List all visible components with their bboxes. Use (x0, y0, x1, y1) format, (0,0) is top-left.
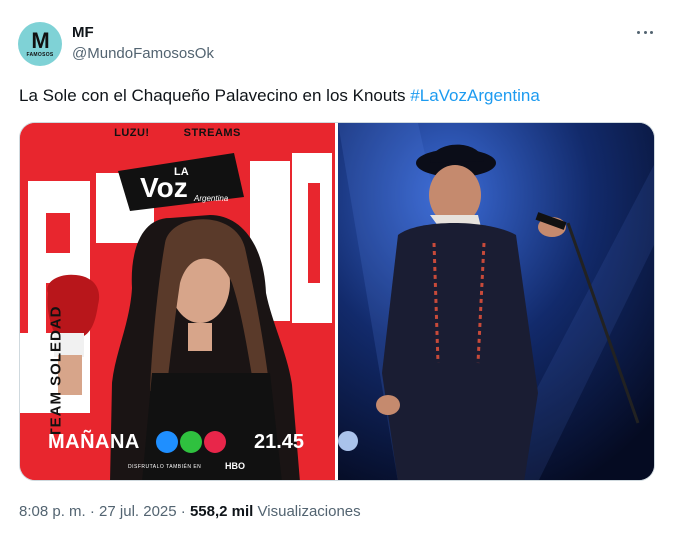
green-dot (180, 431, 202, 453)
la-voz-logo: LA Voz Argentina (118, 153, 244, 211)
media-image-right[interactable] (338, 123, 654, 480)
time-label: 21.45 (254, 431, 305, 453)
tweet-date[interactable]: 27 jul. 2025 (99, 503, 177, 520)
channel-dots (156, 431, 226, 453)
blue-dot (156, 431, 178, 453)
views-label: Visualizaciones (257, 503, 361, 520)
avatar-subtext: FAMOSOS (26, 51, 54, 58)
luzu-logo: LUZU! (114, 127, 150, 139)
media-grid: LUZU! STREAMS LA Voz Argentina TEAM SOLE… (19, 122, 655, 481)
avatar[interactable]: M FAMOSOS (18, 22, 62, 66)
poster-top-logos: LUZU! STREAMS (20, 127, 335, 139)
team-label: TEAM SOLEDAD (47, 305, 65, 438)
avatar-monogram: M (31, 27, 49, 53)
singer-photo (338, 123, 654, 480)
more-options-icon[interactable] (634, 24, 656, 40)
day-label: MAÑANA (48, 431, 140, 453)
tweet-time[interactable]: 8:08 p. m. (19, 503, 86, 520)
logo-text-argentina: Argentina (193, 194, 229, 203)
tweet-card: M FAMOSOS MF @MundoFamososOk La Sole con… (0, 0, 676, 545)
author-display-name[interactable]: MF (72, 24, 94, 41)
hashtag-link[interactable]: #LaVozArgentina (410, 86, 540, 105)
logo-text-voz: Voz (140, 172, 188, 203)
hbo-logo: HBO (225, 461, 245, 471)
meta-separator-1: · (89, 503, 95, 520)
streams-logo: STREAMS (183, 127, 241, 139)
media-image-left[interactable]: LUZU! STREAMS LA Voz Argentina TEAM SOLE… (20, 123, 335, 480)
streaming-note: DISFRUTALO TAMBIÉN EN (128, 464, 202, 470)
tweet-text: La Sole con el Chaqueño Palavecino en lo… (19, 86, 540, 106)
red-dot (204, 431, 226, 453)
tweet-meta: 8:08 p. m. · 27 jul. 2025 · 558,2 mil Vi… (19, 503, 361, 520)
tweet-text-body: La Sole con el Chaqueño Palavecino en lo… (19, 86, 411, 105)
views-count: 558,2 mil (189, 503, 254, 520)
author-handle[interactable]: @MundoFamososOk (72, 45, 214, 62)
meta-separator-2: · (180, 503, 186, 520)
